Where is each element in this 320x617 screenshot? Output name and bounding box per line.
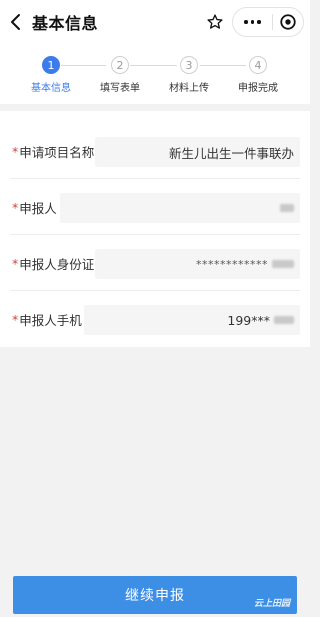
- redacted-blur: [272, 260, 294, 268]
- field-row-id-card: * 申报人身份证 ************: [0, 235, 310, 291]
- step-number: 3: [180, 56, 198, 74]
- project-name-field[interactable]: 新生儿出生一件事联办: [95, 137, 300, 167]
- field-label: * 申报人身份证: [12, 235, 94, 291]
- field-label: * 申请项目名称: [12, 123, 94, 179]
- id-card-field[interactable]: ************: [95, 249, 300, 279]
- redacted-blur: [274, 316, 294, 324]
- phone-value: 199***: [227, 312, 270, 328]
- watermark-logo: 云上田园: [253, 599, 290, 609]
- page-title: 基本信息: [32, 14, 99, 33]
- id-card-value: ************: [196, 257, 268, 271]
- step-number: 1: [42, 56, 60, 74]
- redacted-blur: [280, 204, 294, 212]
- field-label: * 申报人手机: [12, 291, 82, 347]
- step-label: 填写表单: [100, 83, 140, 94]
- step-number: 2: [111, 56, 129, 74]
- step-4: 4 申报完成: [223, 56, 293, 94]
- phone-field[interactable]: 199***: [84, 305, 300, 335]
- step-label: 材料上传: [169, 83, 209, 94]
- required-mark: *: [12, 199, 19, 215]
- field-label-text: 申报人身份证: [19, 256, 95, 272]
- field-row-project-name: * 申请项目名称 新生儿出生一件事联办: [0, 123, 310, 179]
- step-3: 3 材料上传: [154, 56, 224, 94]
- star-icon[interactable]: [202, 9, 228, 35]
- page: 基本信息 1 基本信息 2 填写表单 3 材料上传 4 申报完成 * 申请项目名…: [0, 0, 310, 617]
- more-icon[interactable]: [233, 8, 272, 36]
- field-label-text: 申报人: [19, 200, 57, 216]
- basic-info-form: * 申请项目名称 新生儿出生一件事联办 * 申报人 * 申报人身份证 *****…: [0, 111, 310, 347]
- step-1: 1 基本信息: [16, 56, 86, 94]
- step-number: 4: [249, 56, 267, 74]
- nav-header: 基本信息: [0, 0, 310, 44]
- applicant-name-field[interactable]: [60, 193, 300, 223]
- required-mark: *: [12, 255, 19, 271]
- field-label-text: 申请项目名称: [19, 144, 95, 160]
- required-mark: *: [12, 311, 19, 327]
- footer-bar: 继续申报 云上田园: [0, 562, 310, 617]
- close-circle-icon[interactable]: [273, 8, 303, 36]
- field-row-phone: * 申报人手机 199***: [0, 291, 310, 347]
- required-mark: *: [12, 143, 19, 159]
- step-label: 基本信息: [31, 83, 71, 94]
- field-row-applicant: * 申报人: [0, 179, 310, 235]
- step-2: 2 填写表单: [85, 56, 155, 94]
- mini-program-capsule: [232, 7, 304, 37]
- field-label-text: 申报人手机: [19, 312, 82, 328]
- step-label: 申报完成: [238, 83, 278, 94]
- progress-steps: 1 基本信息 2 填写表单 3 材料上传 4 申报完成: [0, 44, 310, 104]
- back-icon[interactable]: [2, 0, 30, 44]
- field-label: * 申报人: [12, 179, 57, 235]
